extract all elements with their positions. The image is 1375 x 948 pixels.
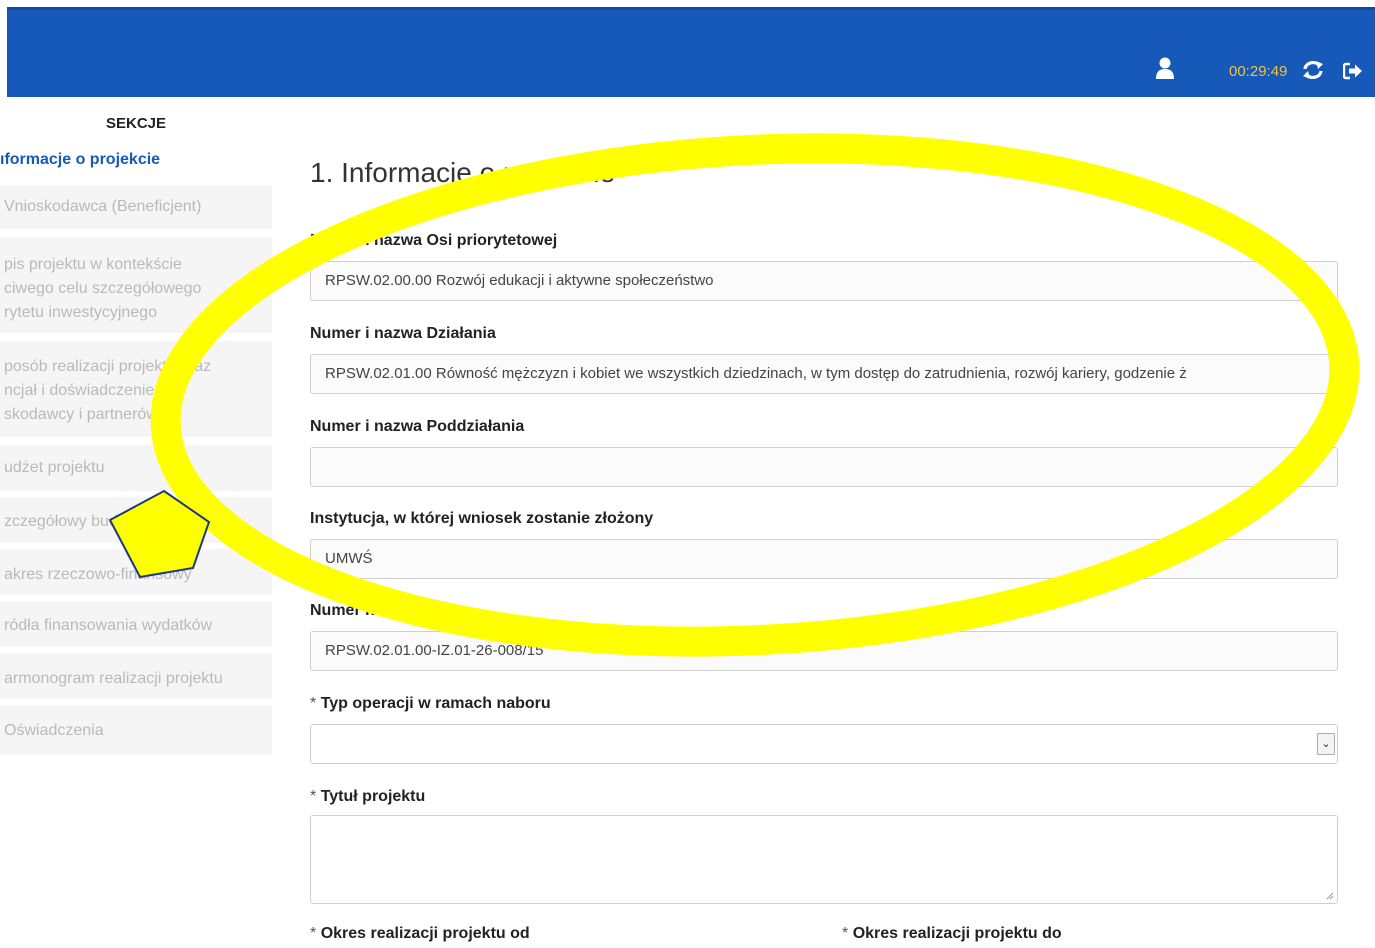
call-number-field[interactable]: RPSW.02.01.00-IZ.01-26-008/15 bbox=[310, 631, 1338, 671]
operation-type-label: * Typ operacji w ramach naboru bbox=[310, 695, 551, 713]
submeasure-label: Numer i nazwa Poddziałania bbox=[310, 418, 525, 435]
sidebar-item-opis-projektu[interactable]: pis projektu w kontekście ciwego celu sz… bbox=[0, 237, 272, 333]
period-from-label-text: Okres realizacji projektu od bbox=[320, 925, 530, 942]
user-icon[interactable] bbox=[1155, 56, 1175, 80]
project-title-label-text: Tytuł projektu bbox=[320, 788, 426, 805]
priority-axis-field[interactable]: RPSW.02.00.00 Rozwój edukacji i aktywne … bbox=[310, 261, 1338, 301]
required-mark: * bbox=[310, 925, 317, 942]
operation-type-label-text: Typ operacji w ramach naboru bbox=[320, 695, 551, 712]
sidebar-item-informacje-o-projekcie[interactable]: ıformacje o projekcie bbox=[0, 151, 160, 169]
sidebar-item-szczegolowy-budzet[interactable]: zczegółowy budżet projektu bbox=[0, 497, 272, 543]
operation-type-select[interactable]: ⌄ bbox=[310, 724, 1338, 764]
logout-icon[interactable] bbox=[1343, 62, 1363, 80]
sidebar-item-zakres-rzeczowo-finansowy[interactable]: akres rzeczowo-finansowy bbox=[0, 549, 272, 595]
project-title-textarea[interactable] bbox=[310, 815, 1338, 904]
header-top-strip bbox=[7, 7, 1375, 10]
highlight-ellipse bbox=[150, 133, 1360, 657]
submeasure-field[interactable] bbox=[310, 447, 1338, 487]
sidebar-item-sposob-realizacji[interactable]: posób realizacji projektu oraz ncjał i d… bbox=[0, 341, 272, 437]
required-mark: * bbox=[310, 788, 317, 805]
chevron-down-icon[interactable]: ⌄ bbox=[1317, 733, 1335, 755]
sidebar-item-oswiadczenia[interactable]: Oświadczenia bbox=[0, 705, 272, 755]
refresh-icon[interactable] bbox=[1302, 60, 1324, 80]
sidebar-item-budzet-projektu[interactable]: udżet projektu bbox=[0, 445, 272, 491]
sidebar-item-zrodla-finansowania[interactable]: ródła finansowania wydatków bbox=[0, 601, 272, 647]
measure-field[interactable]: RPSW.02.01.00 Równość mężczyzn i kobiet … bbox=[310, 354, 1338, 394]
institution-label: Instytucja, w której wniosek zostanie zł… bbox=[310, 510, 654, 527]
sections-sidebar: SEKCJE ıformacje o projekcie Vnioskodawc… bbox=[0, 97, 272, 948]
page-title: 1. Informacje o projekcie bbox=[310, 157, 616, 188]
priority-axis-label: Numer i nazwa Osi priorytetowej bbox=[310, 232, 558, 249]
required-mark: * bbox=[310, 695, 317, 712]
required-mark: * bbox=[842, 925, 849, 942]
project-title-label: * Tytuł projektu bbox=[310, 788, 425, 806]
period-from-label: * Okres realizacji projektu od bbox=[310, 925, 530, 943]
measure-label: Numer i nazwa Działania bbox=[310, 325, 496, 342]
session-timer: 00:29:49 bbox=[1229, 63, 1288, 80]
institution-field[interactable]: UMWŚ bbox=[310, 539, 1338, 579]
resize-grip-icon[interactable] bbox=[1326, 892, 1334, 900]
sidebar-item-wnioskodawca[interactable]: Vnioskodawca (Beneficjent) bbox=[0, 185, 272, 229]
sidebar-item-harmonogram[interactable]: armonogram realizacji projektu bbox=[0, 653, 272, 699]
call-number-label: Numer naboru bbox=[310, 602, 420, 619]
app-header: 00:29:49 bbox=[7, 7, 1375, 97]
period-to-label-text: Okres realizacji projektu do bbox=[852, 925, 1062, 942]
sidebar-title: SEKCJE bbox=[105, 115, 167, 132]
period-to-label: * Okres realizacji projektu do bbox=[842, 925, 1062, 943]
